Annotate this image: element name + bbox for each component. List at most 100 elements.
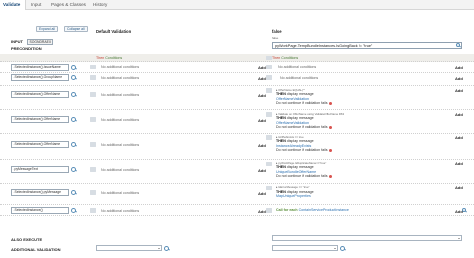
validation-rule: ▸ Validate on OfferName using ValidateOf… xyxy=(276,112,344,130)
add-link[interactable]: Add xyxy=(258,65,266,70)
tab-history[interactable]: History xyxy=(90,0,110,10)
condition-placeholder xyxy=(90,208,96,213)
no-conditions-text: No additional conditions xyxy=(101,75,140,80)
validation-rule: ▸ pyWorkPage.IsDuplicateName=="true" THE… xyxy=(276,161,332,179)
validation-rule: ▸ IsOfferExists == true THEN display mes… xyxy=(276,135,332,153)
add-link[interactable]: Add xyxy=(455,185,463,190)
property-row xyxy=(0,110,474,134)
condition-placeholder xyxy=(266,64,272,69)
add-link[interactable]: Add xyxy=(455,135,463,140)
add-link[interactable]: Add xyxy=(258,93,266,98)
do-not-continue-text: Do not continue if validation fails xyxy=(276,148,328,153)
false-column-subheader: false xyxy=(272,36,279,40)
error-dot-icon xyxy=(328,125,332,129)
error-dot-icon xyxy=(328,101,332,105)
expression-builder-icon[interactable] xyxy=(456,43,460,47)
rule-action: display message xyxy=(286,189,314,194)
condition-placeholder xyxy=(90,167,96,172)
message-link[interactable]: MapUniqueProperties xyxy=(276,194,314,199)
call-rule: Call for each ContainServiceProductInsta… xyxy=(276,208,349,213)
search-icon[interactable] xyxy=(71,141,76,147)
add-link[interactable]: Add xyxy=(258,168,266,173)
also-execute-select[interactable] xyxy=(272,235,462,241)
add-link[interactable]: Add xyxy=(258,76,266,81)
search-icon[interactable] xyxy=(462,208,466,212)
tab-validate[interactable]: Validate xyxy=(0,0,26,10)
conditions-tag: Conditions xyxy=(281,56,299,60)
property-field[interactable]: .SelectedInstance() xyxy=(11,207,69,214)
condition-placeholder xyxy=(90,75,96,80)
add-link[interactable]: Add xyxy=(258,118,266,123)
no-conditions-text: No additional conditions xyxy=(280,75,319,80)
search-icon[interactable] xyxy=(71,207,76,213)
property-row xyxy=(0,86,474,110)
no-conditions-text: No additional conditions xyxy=(101,142,140,147)
precondition-expression[interactable]: pyWorkPage.TempBundleInstances.IsGoingBa… xyxy=(272,42,462,49)
error-dot-icon xyxy=(328,174,332,178)
condition-placeholder xyxy=(90,64,96,69)
add-link[interactable]: Add xyxy=(258,191,266,196)
conditions-row xyxy=(0,54,474,62)
property-field[interactable]: .SelectedInstance().OfferName xyxy=(11,116,69,123)
no-conditions-text: No additional conditions xyxy=(101,167,140,172)
search-icon[interactable] xyxy=(164,245,169,251)
rule-action: display message xyxy=(286,92,314,97)
tab-input[interactable]: Input xyxy=(28,0,44,10)
add-link[interactable]: Add xyxy=(455,161,463,166)
property-field[interactable]: .SelectedInstance().OfferName xyxy=(11,141,69,148)
property-row xyxy=(0,184,474,205)
condition-placeholder xyxy=(266,112,272,117)
condition-placeholder xyxy=(266,88,272,93)
condition-placeholder xyxy=(90,117,96,122)
then-tag: Then xyxy=(96,56,105,60)
condition-placeholder xyxy=(90,142,96,147)
input-field[interactable]: SOGNDRAEX xyxy=(27,38,53,45)
search-icon[interactable] xyxy=(71,64,76,70)
then-keyword: THEN xyxy=(276,189,286,194)
condition-placeholder xyxy=(90,92,96,97)
no-conditions-text: No additional conditions xyxy=(101,208,140,213)
condition-placeholder xyxy=(266,161,272,166)
add-link[interactable]: Add xyxy=(258,209,266,214)
condition-placeholder xyxy=(266,185,272,190)
search-icon[interactable] xyxy=(71,116,76,122)
property-field[interactable]: .SelectedInstance().IssueName xyxy=(11,64,69,71)
add-link[interactable]: Add xyxy=(455,112,463,117)
search-icon[interactable] xyxy=(71,91,76,97)
tab-bar: Validate Input Pages & Classes History xyxy=(0,0,474,10)
expand-all-button[interactable]: Expand all xyxy=(36,26,58,32)
search-icon[interactable] xyxy=(71,189,76,195)
default-validation-header: Default Validation xyxy=(96,29,132,34)
false-conditions-tag: Then Conditions xyxy=(272,56,298,60)
property-field[interactable]: .SelectedInstance().OfferName xyxy=(11,91,69,98)
property-field[interactable]: .SelectedInstance().GroupName xyxy=(11,74,69,81)
property-field[interactable]: .pyMessageText xyxy=(11,166,69,173)
condition-placeholder xyxy=(266,55,272,60)
precondition-label: PRECONDITION xyxy=(11,46,42,51)
validation-rule: ▸ IsErrorMessage == "true" THEN display … xyxy=(276,185,314,199)
call-target-link[interactable]: ContainServiceProductInstance xyxy=(299,208,349,212)
call-prefix: Call for each xyxy=(276,208,298,212)
then-tag: Then xyxy=(272,56,281,60)
collapse-all-button[interactable]: Collapse all xyxy=(64,26,88,32)
then-keyword: THEN xyxy=(276,165,286,170)
validation-rule: ▸ OfferName EQUAL("" THEN display messag… xyxy=(276,88,332,106)
search-icon[interactable] xyxy=(340,245,345,251)
property-field[interactable]: .SelectedInstance().pyMessage xyxy=(11,189,69,196)
error-dot-icon xyxy=(328,148,332,152)
add-link[interactable]: Add xyxy=(455,76,463,81)
default-conditions-tag: Then Conditions xyxy=(96,56,122,60)
additional-validation-select[interactable] xyxy=(272,245,338,251)
additional-validation-select[interactable] xyxy=(96,245,162,251)
condition-placeholder xyxy=(266,208,272,213)
search-icon[interactable] xyxy=(71,74,76,80)
add-link[interactable]: Add xyxy=(258,143,266,148)
tab-pages-classes[interactable]: Pages & Classes xyxy=(48,0,89,10)
search-icon[interactable] xyxy=(71,166,76,172)
condition-placeholder xyxy=(90,190,96,195)
add-link[interactable]: Add xyxy=(455,88,463,93)
no-conditions-text: No additional conditions xyxy=(101,190,140,195)
add-link[interactable]: Add xyxy=(455,65,463,70)
do-not-continue-text: Do not continue if validation fails xyxy=(276,125,328,130)
then-keyword: THEN xyxy=(276,116,286,121)
